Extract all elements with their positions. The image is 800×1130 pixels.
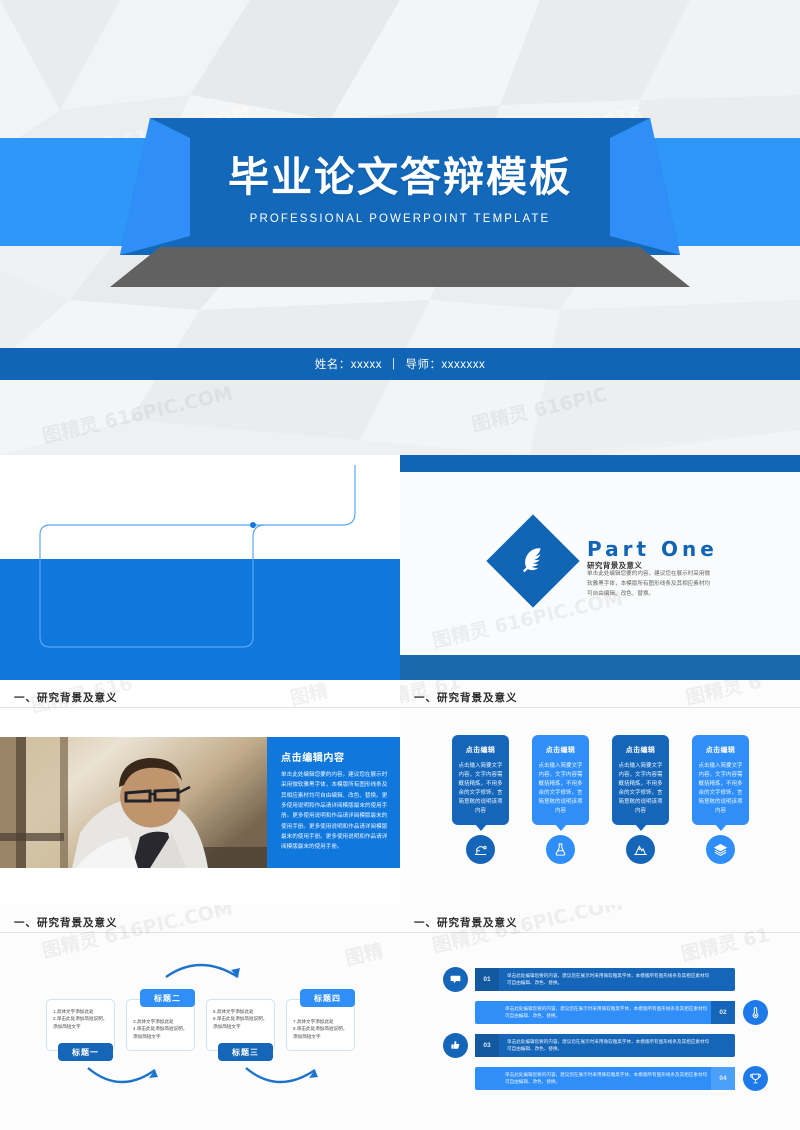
info-card-1[interactable]: 点击编辑 点击输入简要文字内容，文字内容需概括精炼，不用多余的文字修饰，言简意赅… [452, 735, 509, 831]
list-body: 单击此处编辑您要的内容，建议您在展示时采用微软雅黑字体，本模版所有图形线条及其相… [505, 1006, 708, 1019]
process-body: 5.具体文字添加此处 6.单击此处添加简短说明，添加简短文字 [213, 1009, 268, 1029]
oil-pump-icon [466, 835, 495, 864]
list-row-1[interactable]: 01 单击此处编辑您要的内容，建议您在展示时采用微软雅黑字体，本模版所有图形线条… [475, 968, 735, 991]
list-row-4[interactable]: 04 单击此处编辑您要的内容，建议您在展示时采用微软雅黑字体，本模版所有图形线条… [475, 1067, 735, 1090]
card-body: 点击输入简要文字内容，文字内容需概括精炼，不用多余的文字修饰，言简意赅的说明该项… [698, 763, 743, 815]
card-heading: 点击编辑 [545, 747, 576, 754]
card-body: 点击输入简要文字内容，文字内容需概括精炼，不用多余的文字修饰，言简意赅的说明该项… [618, 763, 663, 815]
oil-pump-glyph [474, 845, 487, 855]
list-body: 单击此处编辑您要的内容，建议您在展示时采用微软雅黑字体，本模版所有图形线条及其相… [505, 1072, 708, 1085]
layers-icon [706, 835, 735, 864]
thermometer-glyph [752, 1007, 759, 1019]
card-pointer [714, 824, 727, 831]
list-body: 单击此处编辑您要的内容，建议您在展示时采用微软雅黑字体，本模版所有图形线条及其相… [507, 973, 710, 986]
presentation-preview: 图精灵 616PIC.COM 图精灵 616 图精灵 616PIC.COM 图精… [0, 0, 800, 1130]
section-divider [0, 707, 400, 708]
thumbs-up-glyph [451, 1041, 460, 1049]
list-slide: 一、研究背景及意义 图精灵 616PIC.COM 图精灵 61 01 单击此处编… [400, 905, 800, 1130]
advisor-name: 导师：xxxxxxx [405, 359, 486, 371]
card-heading: 点击编辑 [465, 747, 496, 754]
card-heading: 点击编辑 [625, 747, 656, 754]
flask-icon [546, 835, 575, 864]
layers-glyph [713, 843, 728, 857]
process-label-4[interactable]: 标题四 [300, 989, 355, 1007]
section-divider [400, 932, 800, 933]
process-label-2[interactable]: 标题二 [140, 989, 195, 1007]
chat-icon [443, 967, 468, 992]
part-one-title: Part One [587, 537, 718, 561]
card-pointer [634, 824, 647, 831]
list-number: 03 [475, 1034, 499, 1057]
part-one-top-bar [400, 455, 800, 472]
photo-body: 单击此处编辑您要的内容，建议您在展示时采用微软雅黑字体，本模版所有图形线条及其相… [281, 772, 388, 851]
card-pointer [474, 824, 487, 831]
process-slide: 一、研究背景及意义 图精灵 616PIC.COM 图精 1.具体文字添加此处 2… [0, 905, 400, 1130]
author-name: 姓名：xxxxx [314, 359, 382, 371]
list-row-3[interactable]: 03 单击此处编辑您要的内容，建议您在展示时采用微软雅黑字体，本模版所有图形线条… [475, 1034, 735, 1057]
feather-icon [523, 548, 542, 573]
card-heading: 点击编辑 [705, 747, 736, 754]
trophy-icon [743, 1066, 768, 1091]
watermark: 图精灵 61 [679, 924, 772, 966]
part-one-body: 单击此处编辑您要的内容，建议您在展示时采用微软雅黑字体，本模版所有图形线条及其相… [587, 571, 711, 597]
part-one-bottom-bar [400, 655, 800, 680]
photo-heading: 点击编辑内容 [281, 753, 345, 764]
process-body: 1.具体文字添加此处 2.单击此处添加简短说明，添加简短文字 [53, 1009, 108, 1029]
list-number: 04 [711, 1067, 735, 1090]
mountain-icon [626, 835, 655, 864]
cover-title: 毕业论文答辩模板 [228, 153, 572, 201]
section-header: 一、研究背景及意义 [14, 692, 118, 704]
info-card-2[interactable]: 点击编辑 点击输入简要文字内容，文字内容需概括精炼，不用多余的文字修饰，言简意赅… [532, 735, 589, 831]
flask-glyph [555, 843, 566, 856]
photo-text-panel: 点击编辑内容 单击此处编辑您要的内容，建议您在展示时采用微软雅黑字体，本模版所有… [267, 737, 400, 868]
contents-slide: CONTENTS 1 研究背景及意义 2 论文综述 3 研究过程及方法 4 研究… [0, 455, 400, 680]
thumbs-up-icon [443, 1033, 468, 1058]
photo-slide: 一、研究背景及意义 图精灵 616 图精 点击编辑内容 单击此处编辑您要的内容，… [0, 680, 400, 905]
info-card-4[interactable]: 点击编辑 点击输入简要文字内容，文字内容需概括精炼，不用多余的文字修饰，言简意赅… [692, 735, 749, 831]
cover-subtitle: PROFESSIONAL POWERPOINT TEMPLATE [249, 213, 551, 225]
student-studying-photo [0, 737, 267, 868]
section-header: 一、研究背景及意义 [414, 692, 518, 704]
list-number: 01 [475, 968, 499, 991]
chat-glyph [450, 975, 461, 984]
thermometer-icon [743, 1000, 768, 1025]
list-body: 单击此处编辑您要的内容，建议您在展示时采用微软雅黑字体，本模版所有图形线条及其相… [507, 1039, 710, 1052]
mountain-glyph [634, 845, 647, 855]
card-pointer [554, 824, 567, 831]
process-body: 3.具体文字添加此处 4.单击此处添加简短说明，添加简短文字 [133, 1019, 188, 1039]
list-number: 02 [711, 1001, 735, 1024]
contents-connector-lines [39, 465, 356, 648]
card-body: 点击输入简要文字内容，文字内容需概括精炼，不用多余的文字修饰，言简意赅的说明该项… [538, 763, 583, 815]
process-label-3[interactable]: 标题三 [218, 1043, 273, 1061]
cover-slide: 图精灵 616PIC.COM 图精灵 616 图精灵 616PIC.COM 图精… [0, 0, 800, 455]
card-body: 点击输入简要文字内容，文字内容需概括精炼，不用多余的文字修饰，言简意赅的说明该项… [458, 763, 503, 815]
process-body: 7.具体文字添加此处 8.单击此处添加简短说明，添加简短文字 [293, 1019, 348, 1039]
photo-graphic [0, 737, 267, 868]
section-header: 一、研究背景及意义 [414, 917, 518, 929]
watermark: 图精灵 6 [683, 680, 764, 710]
author-band-content: 姓名：xxxxx | 导师：xxxxxxx [0, 348, 800, 380]
section-divider [400, 707, 800, 708]
list-row-2[interactable]: 02 单击此处编辑您要的内容，建议您在展示时采用微软雅黑字体，本模版所有图形线条… [475, 1001, 735, 1024]
process-label-1[interactable]: 标题一 [58, 1043, 113, 1061]
cards-slide: 一、研究背景及意义 精灵 61 图精灵 6 点击编辑 点击输入简要文字内容，文字… [400, 680, 800, 905]
author-separator: | [392, 358, 396, 370]
info-card-3[interactable]: 点击编辑 点击输入简要文字内容，文字内容需概括精炼，不用多余的文字修饰，言简意赅… [612, 735, 669, 831]
cover-banner-shadow [110, 247, 690, 287]
trophy-glyph [750, 1073, 761, 1084]
